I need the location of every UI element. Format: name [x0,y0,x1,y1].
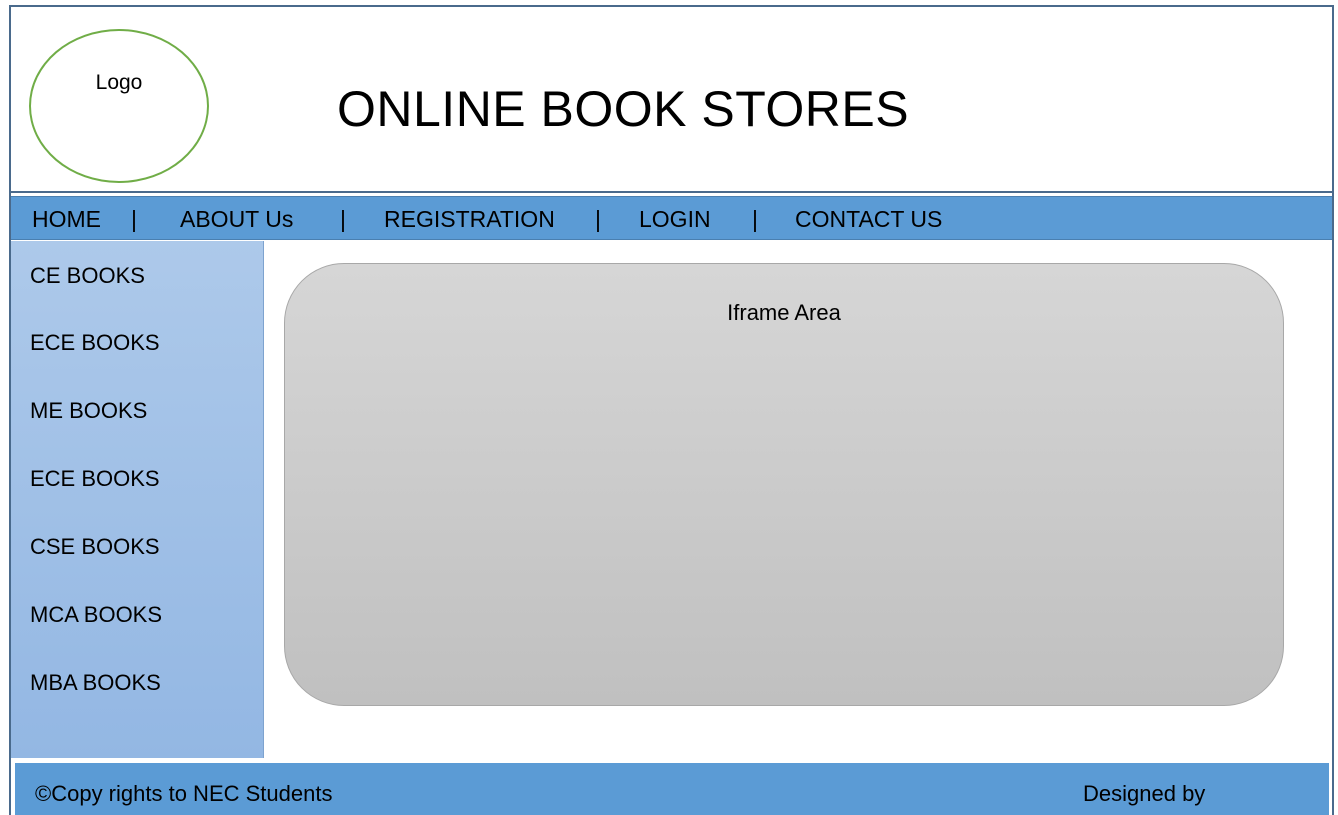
sidebar-item-mca-books[interactable]: MCA BOOKS [30,602,162,628]
header-divider [9,191,1334,193]
iframe-area[interactable]: Iframe Area [284,263,1284,706]
sidebar-item-cse-books[interactable]: CSE BOOKS [30,534,160,560]
logo[interactable]: Logo [29,29,209,183]
page-title: ONLINE BOOK STORES [337,81,910,137]
sidebar-item-ece-books-2[interactable]: ECE BOOKS [30,466,160,492]
footer: ©Copy rights to NEC Students Designed by [15,763,1329,815]
sidebar: CE BOOKS ECE BOOKS ME BOOKS ECE BOOKS CS… [11,241,264,758]
nav-bar: HOME | ABOUT Us | REGISTRATION | LOGIN |… [11,196,1332,240]
iframe-label: Iframe Area [727,300,841,325]
footer-designed-by: Designed by [1083,781,1206,806]
logo-label: Logo [95,71,143,94]
sidebar-item-mba-books[interactable]: MBA BOOKS [30,670,161,696]
footer-copyright: ©Copy rights to NEC Students [35,781,333,806]
nav-item-home[interactable]: HOME [32,206,101,233]
nav-separator: | [131,206,137,232]
nav-separator: | [752,206,758,232]
sidebar-item-ece-books[interactable]: ECE BOOKS [30,330,160,356]
sidebar-item-me-books[interactable]: ME BOOKS [30,398,147,424]
nav-item-login[interactable]: LOGIN [639,206,711,233]
sidebar-item-ce-books[interactable]: CE BOOKS [30,263,145,289]
nav-item-about[interactable]: ABOUT Us [180,206,293,233]
nav-separator: | [595,206,601,232]
nav-item-registration[interactable]: REGISTRATION [384,206,555,233]
nav-separator: | [340,206,346,232]
nav-item-contact[interactable]: CONTACT US [795,206,942,233]
